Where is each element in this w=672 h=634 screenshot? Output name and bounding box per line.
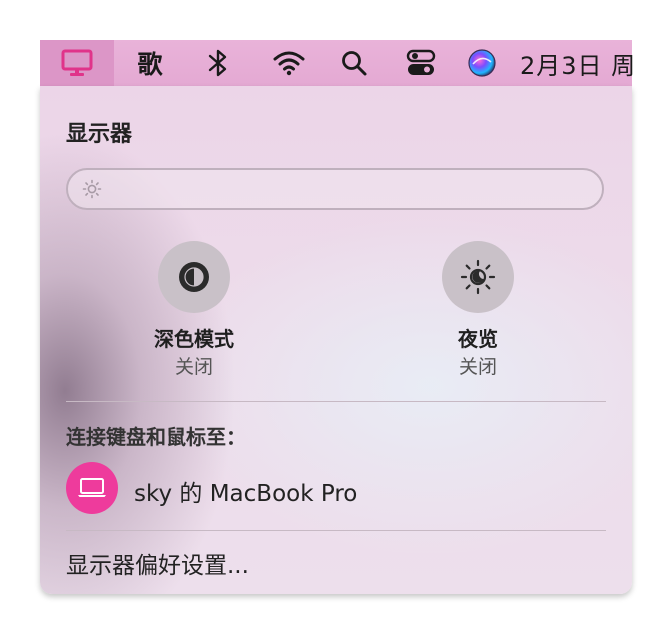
night-shift-label: 夜览 [458, 327, 498, 351]
search-icon [342, 51, 367, 76]
dark-mode-label: 深色模式 [154, 327, 234, 351]
device-name: sky 的 MacBook Pro [134, 481, 358, 507]
control-center-icon [406, 49, 436, 75]
brightness-icon [82, 179, 102, 199]
spotlight-menu-button[interactable] [334, 40, 374, 86]
bluetooth-icon [208, 49, 227, 77]
bluetooth-menu-button[interactable] [200, 40, 236, 86]
device-icon-badge [66, 462, 118, 514]
menubar-clock[interactable]: 2月3日 周 [520, 40, 660, 86]
dark-mode-state: 关闭 [174, 356, 213, 378]
siri-button[interactable] [464, 40, 500, 86]
display-menu-button[interactable] [40, 40, 114, 86]
display-icon [61, 49, 93, 76]
dark-mode-icon [179, 262, 209, 292]
night-shift-toggle[interactable] [442, 241, 514, 313]
wifi-menu-button[interactable] [266, 40, 312, 86]
divider [66, 530, 606, 531]
device-item-macbook[interactable]: sky 的 MacBook Pro [66, 462, 606, 516]
laptop-icon [78, 478, 106, 497]
menu-bar: 歌 2月3日 周 [40, 40, 635, 87]
ge-menu-item[interactable]: 歌 [128, 40, 172, 86]
night-shift-state: 关闭 [458, 356, 497, 378]
night-shift-icon [460, 259, 496, 295]
panel-title: 显示器 [66, 122, 133, 147]
connect-section-header: 连接键盘和鼠标至： [66, 425, 246, 449]
control-center-button[interactable] [400, 40, 442, 86]
display-panel: 显示器 深色模式 关闭 夜览 关闭 连接键盘和鼠标至： sky 的 MacBoo… [40, 86, 632, 594]
display-preferences-link[interactable]: 显示器偏好设置... [66, 546, 249, 580]
wifi-icon [273, 51, 305, 76]
divider [66, 401, 606, 402]
brightness-slider[interactable] [66, 168, 604, 210]
dark-mode-toggle[interactable] [158, 241, 230, 313]
siri-icon [468, 49, 496, 77]
